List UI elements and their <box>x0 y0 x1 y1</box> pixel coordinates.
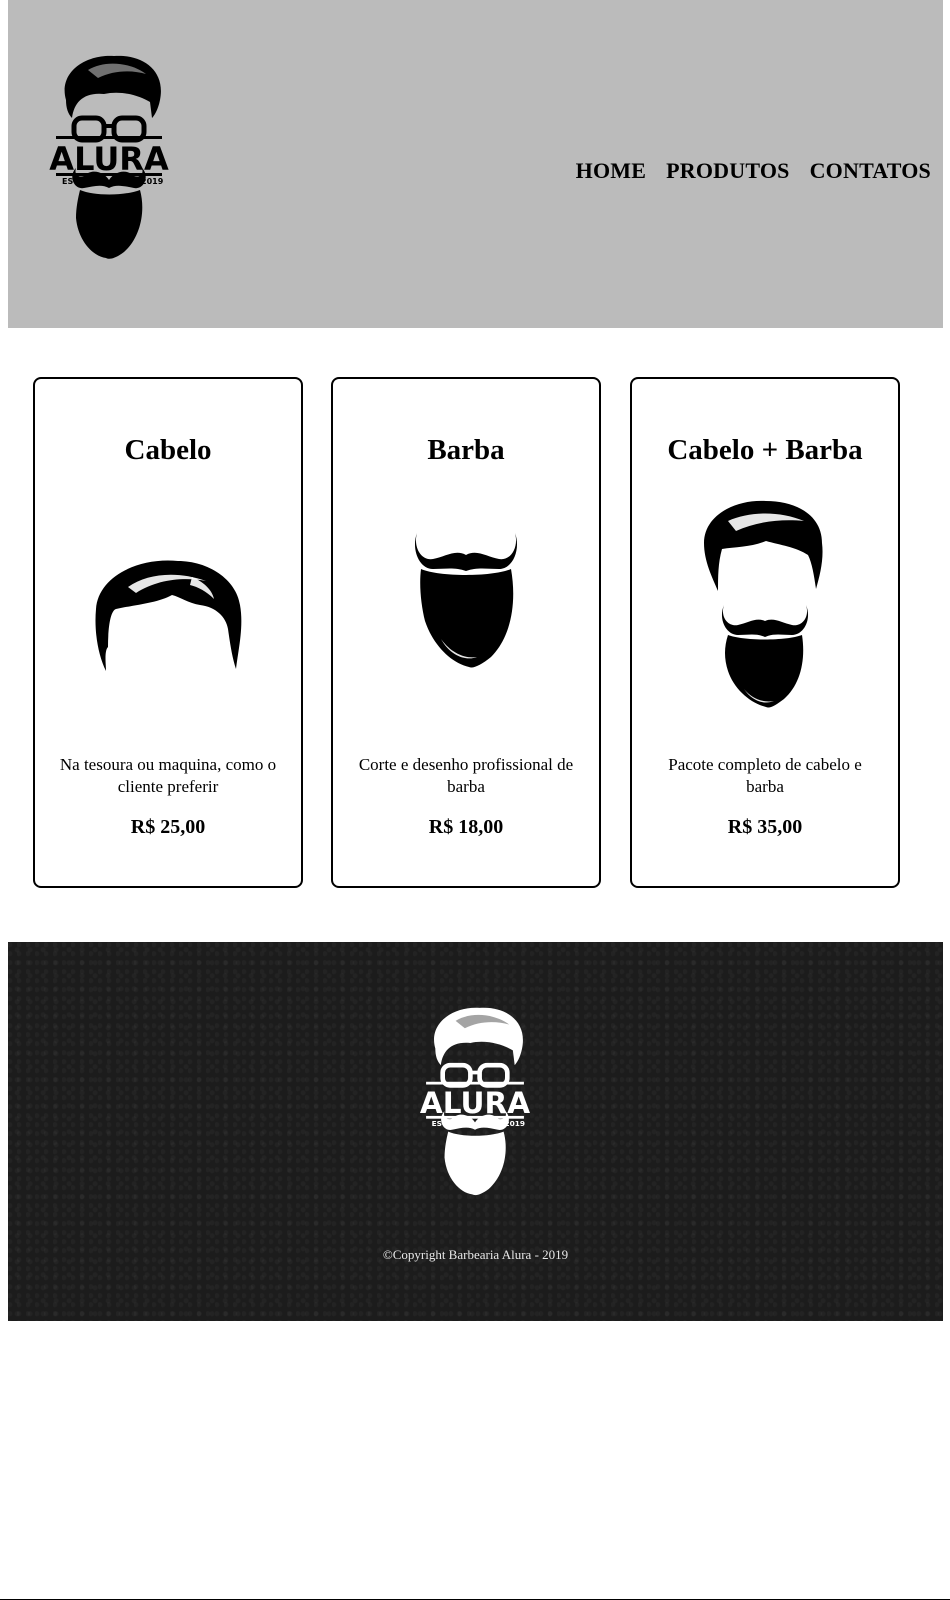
footer-logo-wordmark: ALURA <box>420 1086 530 1120</box>
product-title: Cabelo <box>124 434 212 466</box>
product-price: R$ 18,00 <box>428 816 504 838</box>
bearded-man-logo-icon: ALURA ESTD 2019 <box>420 1007 530 1196</box>
main-nav: HOME PRODUTOS CONTATOS <box>576 158 931 184</box>
nav-produtos-link[interactable]: PRODUTOS <box>666 158 789 184</box>
products-section: Cabelo Na tesoura ou maquina, como o cli… <box>33 377 917 892</box>
product-price: R$ 35,00 <box>727 816 803 838</box>
footer-alura-logo: ALURA ESTD 2019 <box>415 998 535 1208</box>
product-card-barba: Barba Corte e desenho profissional de ba… <box>331 377 601 888</box>
product-description: Na tesoura ou maquina, como o cliente pr… <box>59 755 277 796</box>
logo-wordmark: ALURA <box>49 140 169 178</box>
nav-contatos-link[interactable]: CONTATOS <box>810 158 931 184</box>
site-footer: ALURA ESTD 2019 ©Copyright Barbearia Alu… <box>8 942 943 1321</box>
product-description: Corte e desenho profissional de barba <box>358 755 574 796</box>
bearded-man-logo-icon: ALURA ESTD 2019 <box>49 55 169 259</box>
product-description: Pacote completo de cabelo e barba <box>668 755 862 796</box>
hair-icon <box>95 560 242 671</box>
footer-copyright: ©Copyright Barbearia Alura - 2019 <box>382 1247 569 1262</box>
product-title: Barba <box>427 434 505 466</box>
product-title: Cabelo + Barba <box>667 434 863 466</box>
nav-home-link[interactable]: HOME <box>576 158 646 184</box>
beard-icon <box>414 533 518 668</box>
product-card-cabelo: Cabelo Na tesoura ou maquina, como o cli… <box>33 377 303 888</box>
alura-logo[interactable]: ALURA ESTD 2019 <box>44 52 174 266</box>
hair-and-beard-icon <box>704 500 823 708</box>
product-card-cabelo-barba: Cabelo + Barba Pacote completo de cabelo… <box>630 377 900 888</box>
site-header: ALURA ESTD 2019 HOME PRODUTOS CONTATOS <box>8 0 943 328</box>
product-price: R$ 25,00 <box>130 816 206 838</box>
